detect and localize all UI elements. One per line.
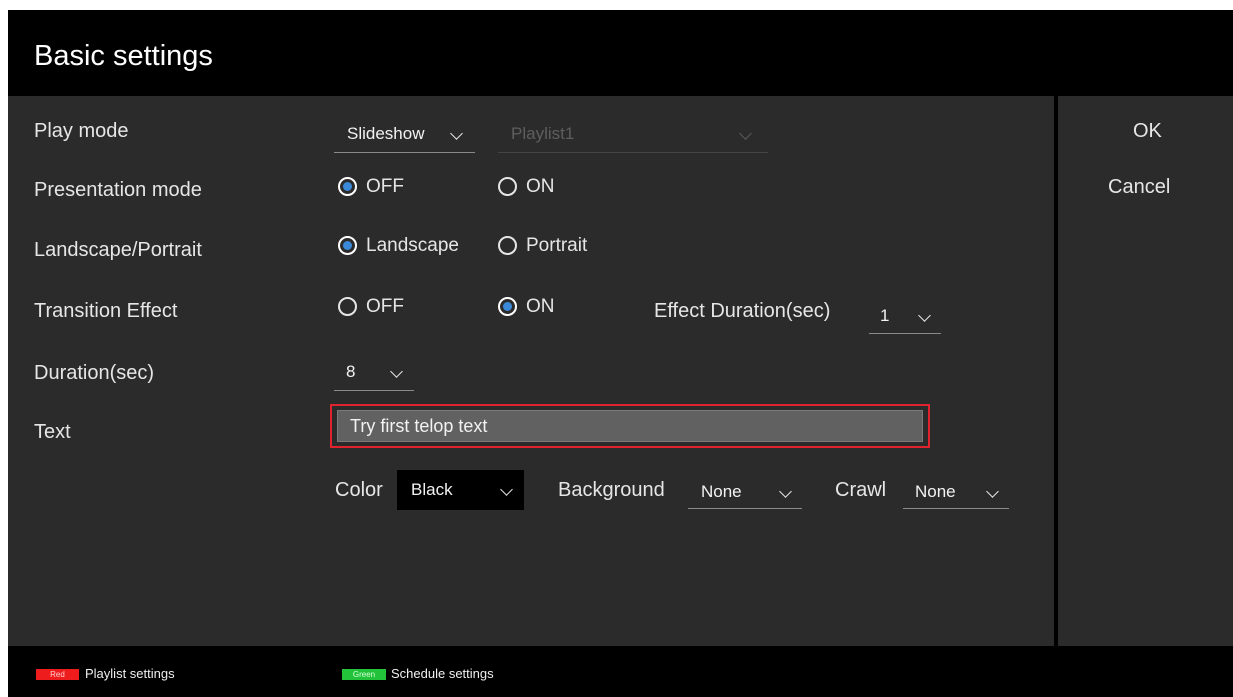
playlist-value: Playlist1 (511, 124, 575, 143)
crawl-label: Crawl (835, 479, 887, 501)
transition-on-radio[interactable]: ON (498, 296, 578, 320)
effect-duration-dropdown[interactable]: 1 (869, 304, 941, 334)
presentation-on-radio[interactable]: ON (498, 176, 578, 200)
background-dropdown[interactable]: None (688, 480, 802, 509)
landscape-label: Landscape (366, 235, 459, 256)
presentation-on-label: ON (526, 176, 555, 197)
green-key-badge: Green (342, 669, 386, 680)
duration-value: 8 (346, 362, 356, 381)
settings-screen: Basic settings OK Cancel Play mode Slide… (8, 10, 1233, 697)
transition-off-radio[interactable]: OFF (338, 296, 428, 320)
crawl-value: None (915, 482, 956, 501)
playlist-settings-shortcut[interactable]: Red Playlist settings (36, 666, 206, 682)
portrait-label: Portrait (526, 235, 588, 256)
cancel-button[interactable]: Cancel (1108, 176, 1170, 199)
chevron-down-icon (500, 483, 513, 496)
header-bar: Basic settings (8, 10, 1233, 96)
play-mode-dropdown[interactable]: Slideshow (334, 122, 475, 153)
color-value: Black (411, 480, 453, 499)
color-dropdown[interactable]: Black (397, 470, 524, 510)
transition-off-label: OFF (366, 296, 404, 317)
presentation-off-label: OFF (366, 176, 404, 197)
chevron-down-icon (739, 127, 752, 140)
radio-unchecked-icon (498, 177, 517, 196)
radio-unchecked-icon (498, 236, 517, 255)
chevron-down-icon (450, 127, 463, 140)
transition-effect-label: Transition Effect (34, 300, 178, 322)
radio-checked-icon (498, 297, 517, 316)
chevron-down-icon (390, 365, 403, 378)
schedule-settings-label: Schedule settings (391, 666, 494, 681)
schedule-settings-shortcut[interactable]: Green Schedule settings (342, 666, 542, 682)
play-mode-value: Slideshow (347, 124, 425, 143)
duration-dropdown[interactable]: 8 (334, 360, 414, 391)
page-title: Basic settings (34, 40, 213, 72)
effect-duration-label: Effect Duration(sec) (654, 300, 831, 322)
crawl-dropdown[interactable]: None (903, 480, 1009, 509)
chevron-down-icon (986, 485, 999, 498)
side-divider (1054, 96, 1058, 646)
background-value: None (701, 482, 742, 501)
text-label: Text (34, 421, 71, 443)
red-key-badge: Red (36, 669, 79, 680)
background-label: Background (558, 479, 665, 501)
text-focus-frame: Try first telop text (330, 404, 930, 448)
playlist-settings-label: Playlist settings (85, 666, 175, 681)
portrait-radio[interactable]: Portrait (498, 235, 618, 259)
ok-button[interactable]: OK (1133, 120, 1162, 143)
transition-on-label: ON (526, 296, 555, 317)
chevron-down-icon (779, 485, 792, 498)
landscape-radio[interactable]: Landscape (338, 235, 488, 259)
presentation-off-radio[interactable]: OFF (338, 176, 428, 200)
radio-checked-icon (338, 236, 357, 255)
orientation-label: Landscape/Portrait (34, 239, 202, 261)
effect-duration-value: 1 (880, 306, 890, 325)
color-label: Color (335, 479, 383, 501)
radio-unchecked-icon (338, 297, 357, 316)
radio-checked-icon (338, 177, 357, 196)
telop-text-input[interactable]: Try first telop text (337, 410, 923, 442)
play-mode-label: Play mode (34, 120, 129, 142)
duration-label: Duration(sec) (34, 362, 155, 384)
chevron-down-icon (918, 309, 931, 322)
playlist-dropdown: Playlist1 (498, 122, 768, 153)
presentation-mode-label: Presentation mode (34, 179, 202, 201)
